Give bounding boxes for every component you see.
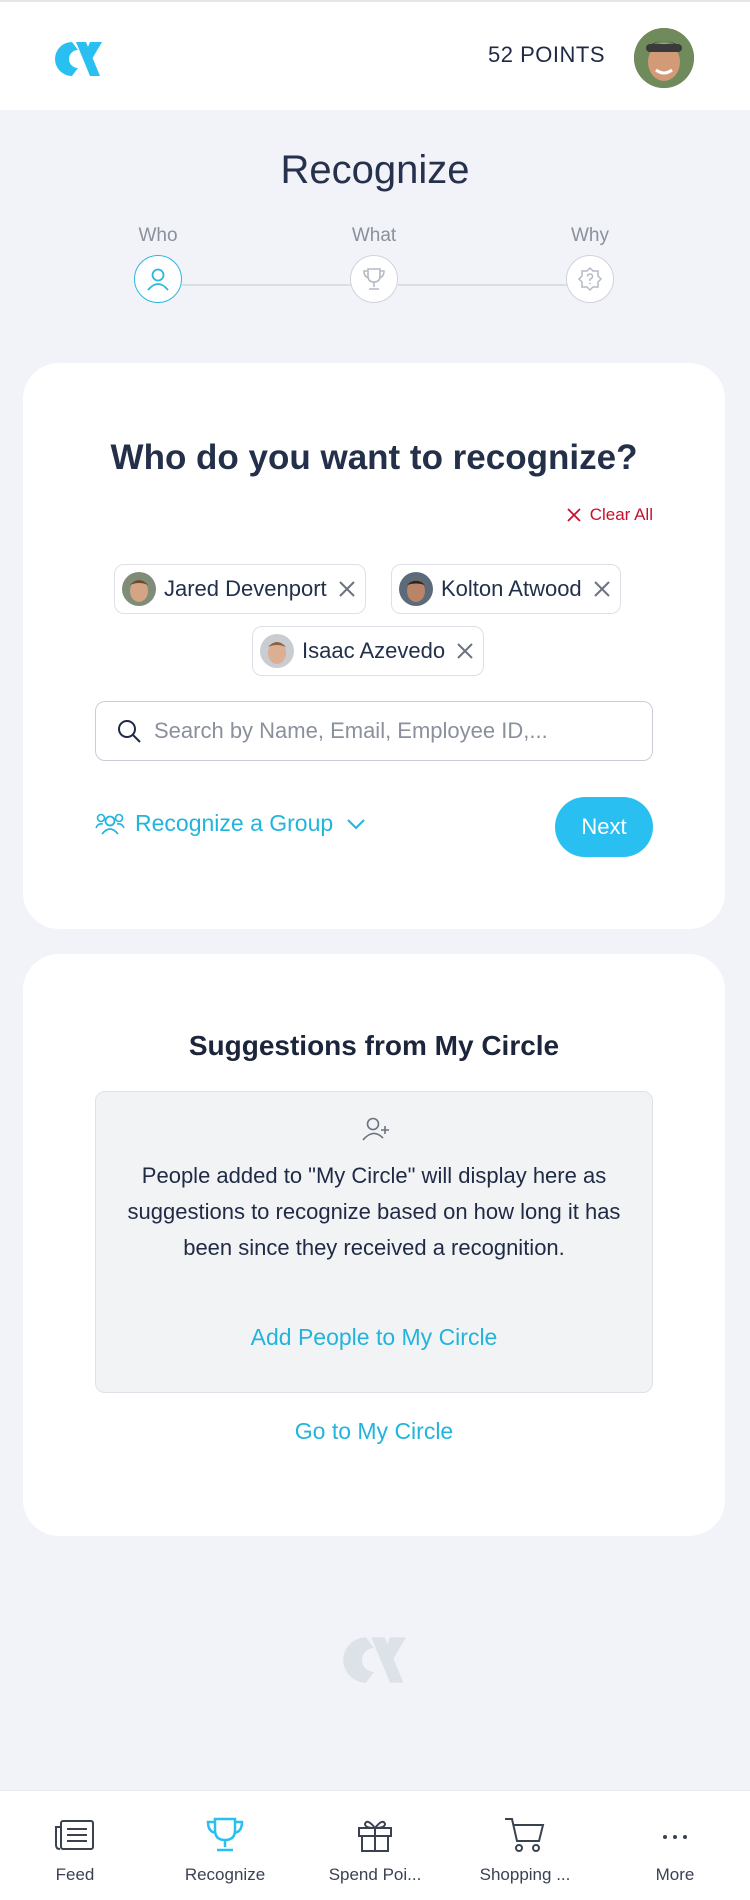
more-icon: [663, 1835, 687, 1839]
footer-logo-icon: [343, 1637, 406, 1683]
question-badge-icon: [566, 255, 614, 303]
step-who[interactable]: Who: [118, 225, 198, 303]
search-field: [95, 701, 653, 761]
next-button[interactable]: Next: [555, 797, 653, 857]
close-icon: [567, 508, 581, 522]
step-label: What: [351, 225, 397, 246]
suggestions-empty-state: People added to "My Circle" will display…: [95, 1091, 653, 1393]
question-title: Who do you want to recognize?: [110, 438, 638, 477]
remove-icon[interactable]: [592, 579, 612, 599]
recognize-group-label: Recognize a Group: [135, 810, 334, 836]
nav-shopping[interactable]: Shopping ...: [450, 1791, 600, 1900]
chip-name: Jared Devenport: [164, 576, 327, 601]
top-bar: 52 POINTS: [0, 0, 750, 110]
search-input[interactable]: [154, 718, 614, 744]
nav-label: Shopping ...: [479, 1865, 571, 1884]
step-why[interactable]: Why: [550, 225, 630, 303]
step-what[interactable]: What: [334, 225, 414, 303]
nav-label: More: [655, 1865, 695, 1884]
step-connector: [398, 284, 568, 286]
nav-label: Feed: [55, 1865, 95, 1884]
newspaper-icon: [55, 1820, 94, 1850]
app-logo-icon[interactable]: [52, 38, 104, 80]
suggestions-description: People added to "My Circle" will display…: [127, 1163, 621, 1260]
avatar: [122, 572, 156, 606]
recipient-chip: Kolton Atwood: [391, 564, 621, 614]
trophy-icon: [350, 255, 398, 303]
add-people-link[interactable]: Add People to My Circle: [96, 1324, 652, 1351]
step-progress: Who What Why: [0, 225, 750, 325]
chip-name: Isaac Azevedo: [302, 638, 446, 663]
step-connector: [182, 284, 352, 286]
nav-more[interactable]: More: [600, 1791, 750, 1900]
person-icon: [134, 255, 182, 303]
go-to-circle-link[interactable]: Go to My Circle: [23, 1418, 725, 1445]
chip-name: Kolton Atwood: [441, 576, 582, 601]
points-balance[interactable]: 52 POINTS: [488, 42, 605, 68]
group-icon: [95, 813, 125, 835]
clear-all-label: Clear All: [589, 505, 653, 524]
chevron-down-icon: [347, 818, 365, 829]
search-icon: [118, 720, 141, 743]
suggestions-title: Suggestions from My Circle: [188, 1030, 560, 1061]
bottom-nav: Feed Recognize Spend Poi... Shopping ...…: [0, 1790, 750, 1900]
avatar: [399, 572, 433, 606]
cart-icon: [505, 1818, 545, 1852]
gift-icon: [358, 1820, 392, 1852]
remove-icon[interactable]: [337, 579, 357, 599]
trophy-icon: [206, 1817, 244, 1852]
step-label: Who: [138, 225, 178, 246]
remove-icon[interactable]: [455, 641, 475, 661]
step-label: Why: [571, 225, 609, 246]
suggestions-card: Suggestions from My Circle People added …: [23, 954, 725, 1536]
nav-feed[interactable]: Feed: [0, 1791, 150, 1900]
user-avatar[interactable]: [634, 28, 694, 88]
add-person-icon: [362, 1117, 389, 1141]
recipient-chip: Jared Devenport: [114, 564, 366, 614]
page-title: Recognize: [280, 148, 470, 192]
avatar: [260, 634, 294, 668]
nav-spend-points[interactable]: Spend Poi...: [300, 1791, 450, 1900]
nav-label: Recognize: [184, 1865, 266, 1884]
nav-recognize[interactable]: Recognize: [150, 1791, 300, 1900]
recognize-group-dropdown[interactable]: Recognize a Group: [95, 810, 369, 837]
clear-all-button[interactable]: Clear All: [566, 505, 653, 525]
recipient-card: Who do you want to recognize? Clear All …: [23, 363, 725, 929]
nav-label: Spend Poi...: [328, 1865, 422, 1884]
recipient-chip: Isaac Azevedo: [252, 626, 485, 676]
